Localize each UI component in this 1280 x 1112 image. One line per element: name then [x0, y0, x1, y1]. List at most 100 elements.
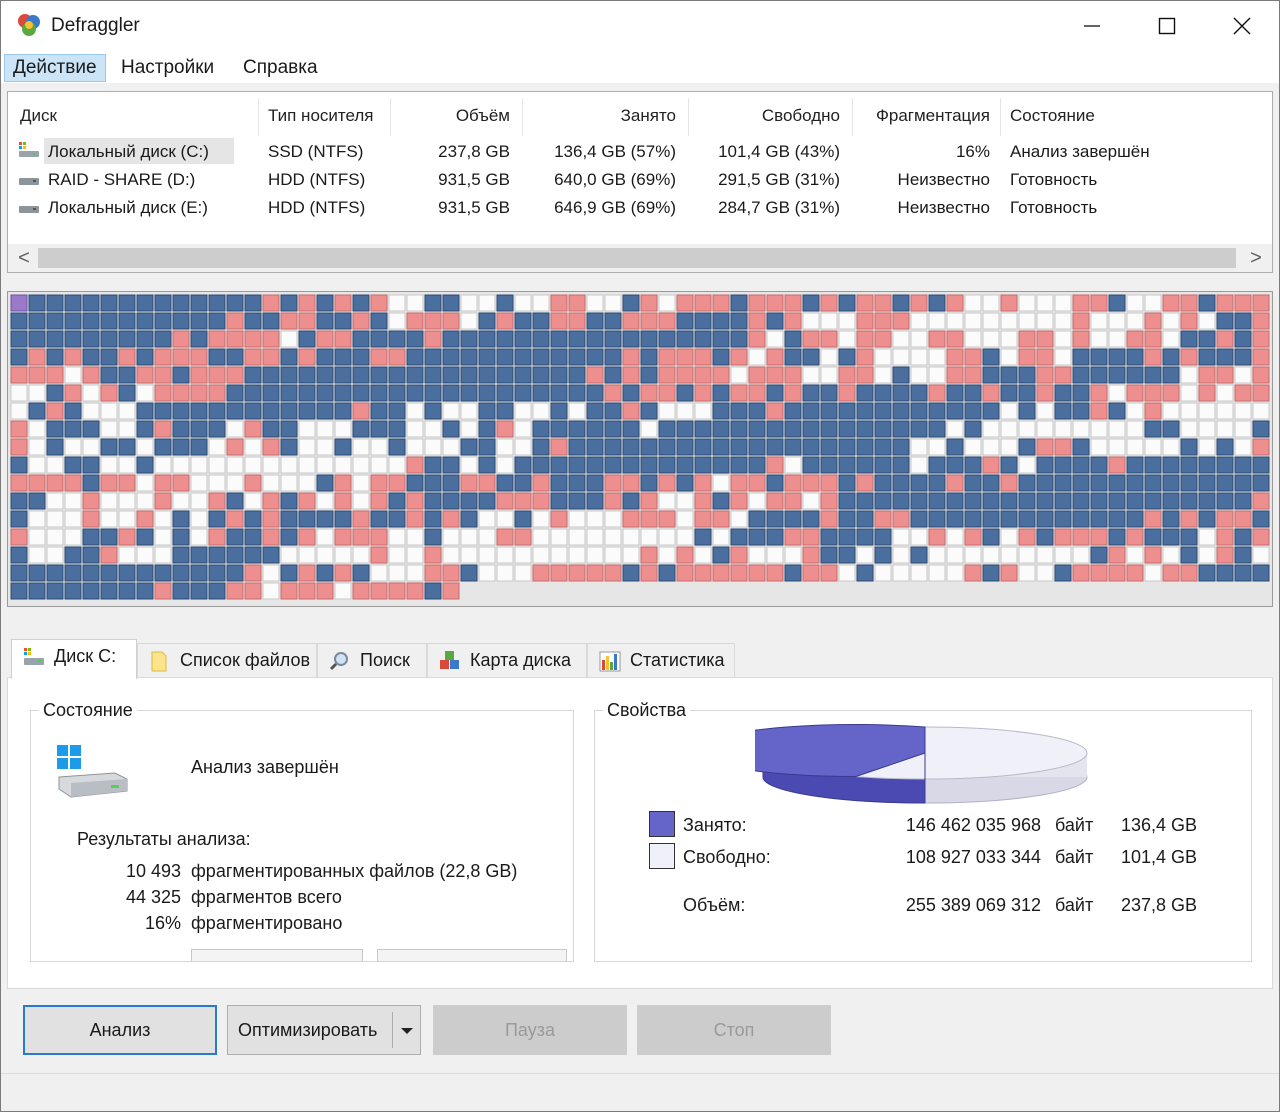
partial-button[interactable]: [191, 949, 363, 961]
tab-search[interactable]: Поиск: [317, 643, 427, 677]
disk-block-used: [730, 294, 748, 312]
analyze-button[interactable]: Анализ: [23, 1005, 217, 1055]
disk-block-used: [856, 384, 874, 402]
column-header-type[interactable]: Тип носителя: [268, 106, 374, 126]
disk-block-fragmented: [1252, 492, 1270, 510]
disk-block-fragmented: [820, 492, 838, 510]
disk-block-fragmented: [694, 348, 712, 366]
disk-block-used: [784, 564, 802, 582]
close-button[interactable]: [1204, 1, 1279, 51]
disk-block-fragmented: [82, 492, 100, 510]
menu-help[interactable]: Справка: [235, 54, 326, 82]
disk-block-used: [568, 438, 586, 456]
disk-block-fragmented: [316, 582, 334, 600]
column-header-size[interactable]: Объём: [456, 106, 510, 126]
tab-file-list[interactable]: Список файлов: [137, 643, 317, 677]
disk-block-free: [676, 402, 694, 420]
disk-block-free: [1126, 438, 1144, 456]
minimize-button[interactable]: [1054, 1, 1129, 51]
disk-block-fragmented: [190, 384, 208, 402]
disk-block-free: [208, 474, 226, 492]
scroll-left-arrow[interactable]: <: [10, 246, 38, 270]
disk-block-used: [46, 564, 64, 582]
disk-block-used: [856, 438, 874, 456]
drive-name[interactable]: Локальный диск (E:): [48, 198, 208, 218]
column-header-used[interactable]: Занято: [621, 106, 676, 126]
tab-statistics[interactable]: Статистика: [587, 643, 735, 677]
optimize-button[interactable]: Оптимизировать: [227, 1005, 421, 1055]
disk-block-free: [1252, 402, 1270, 420]
disk-block-free: [964, 546, 982, 564]
disk-block-free: [172, 492, 190, 510]
disk-block-used: [478, 492, 496, 510]
disk-block-used: [154, 330, 172, 348]
tab-disk-c[interactable]: Диск C:: [11, 639, 137, 679]
disk-block-fragmented: [1180, 312, 1198, 330]
disk-block-fragmented: [640, 384, 658, 402]
disk-block-fragmented: [352, 402, 370, 420]
column-header-state[interactable]: Состояние: [1010, 106, 1095, 126]
column-header-fragmentation[interactable]: Фрагментация: [876, 106, 990, 126]
disk-block-free: [748, 546, 766, 564]
column-header-free[interactable]: Свободно: [762, 106, 840, 126]
disk-block-fragmented: [640, 546, 658, 564]
disk-block-fragmented: [46, 402, 64, 420]
disk-block-map[interactable]: [7, 291, 1273, 607]
partial-button[interactable]: [377, 949, 567, 961]
disk-block-used: [388, 510, 406, 528]
disk-block-used: [1162, 528, 1180, 546]
tab-disk-map[interactable]: Карта диска: [427, 643, 587, 677]
disk-block-used: [730, 402, 748, 420]
menu-settings[interactable]: Настройки: [113, 54, 222, 82]
disk-block-used: [838, 492, 856, 510]
scroll-right-arrow[interactable]: >: [1242, 246, 1270, 270]
disk-block-used: [1018, 366, 1036, 384]
disk-block-fragmented: [352, 528, 370, 546]
disk-block-free: [1198, 402, 1216, 420]
disk-block-used: [82, 474, 100, 492]
disk-block-fragmented: [388, 348, 406, 366]
disk-block-used: [1234, 564, 1252, 582]
disk-block-fragmented: [28, 474, 46, 492]
disk-block-used: [460, 366, 478, 384]
disk-block-fragmented: [586, 564, 604, 582]
disk-block-used: [532, 438, 550, 456]
disk-block-free: [892, 564, 910, 582]
disk-block-used: [1126, 366, 1144, 384]
disk-block-used: [838, 420, 856, 438]
scrollbar-thumb[interactable]: [38, 248, 1236, 268]
disk-block-free: [280, 456, 298, 474]
disk-block-free: [1162, 546, 1180, 564]
menu-action[interactable]: Действие: [4, 54, 106, 82]
bar-chart-icon: [599, 651, 621, 672]
disk-block-used: [190, 564, 208, 582]
disk-block-used: [370, 312, 388, 330]
disk-block-used: [874, 528, 892, 546]
disk-block-used: [820, 528, 838, 546]
stop-button[interactable]: Стоп: [637, 1005, 831, 1055]
disk-block-free: [460, 528, 478, 546]
column-separator: [688, 98, 689, 136]
disk-block-fragmented: [1108, 564, 1126, 582]
drive-name[interactable]: RAID - SHARE (D:): [48, 170, 195, 190]
disk-block-used: [1072, 402, 1090, 420]
disk-block-used: [928, 402, 946, 420]
disk-block-used: [1234, 492, 1252, 510]
column-separator: [852, 98, 853, 136]
disk-block-free: [208, 438, 226, 456]
chevron-down-icon[interactable]: [400, 1026, 414, 1036]
horizontal-scrollbar[interactable]: < >: [8, 244, 1272, 272]
maximize-button[interactable]: [1129, 1, 1204, 51]
disk-block-free: [928, 312, 946, 330]
disk-block-used: [586, 402, 604, 420]
disk-block-free: [514, 294, 532, 312]
disk-block-used: [820, 438, 838, 456]
disk-block-used: [1180, 528, 1198, 546]
drive-name[interactable]: Локальный диск (C:): [48, 142, 209, 162]
pause-button[interactable]: Пауза: [433, 1005, 627, 1055]
disk-block-fragmented: [244, 582, 262, 600]
disk-block-free: [136, 384, 154, 402]
disk-block-fragmented: [172, 330, 190, 348]
disk-block-free: [28, 510, 46, 528]
column-header-disk[interactable]: Диск: [20, 106, 57, 126]
